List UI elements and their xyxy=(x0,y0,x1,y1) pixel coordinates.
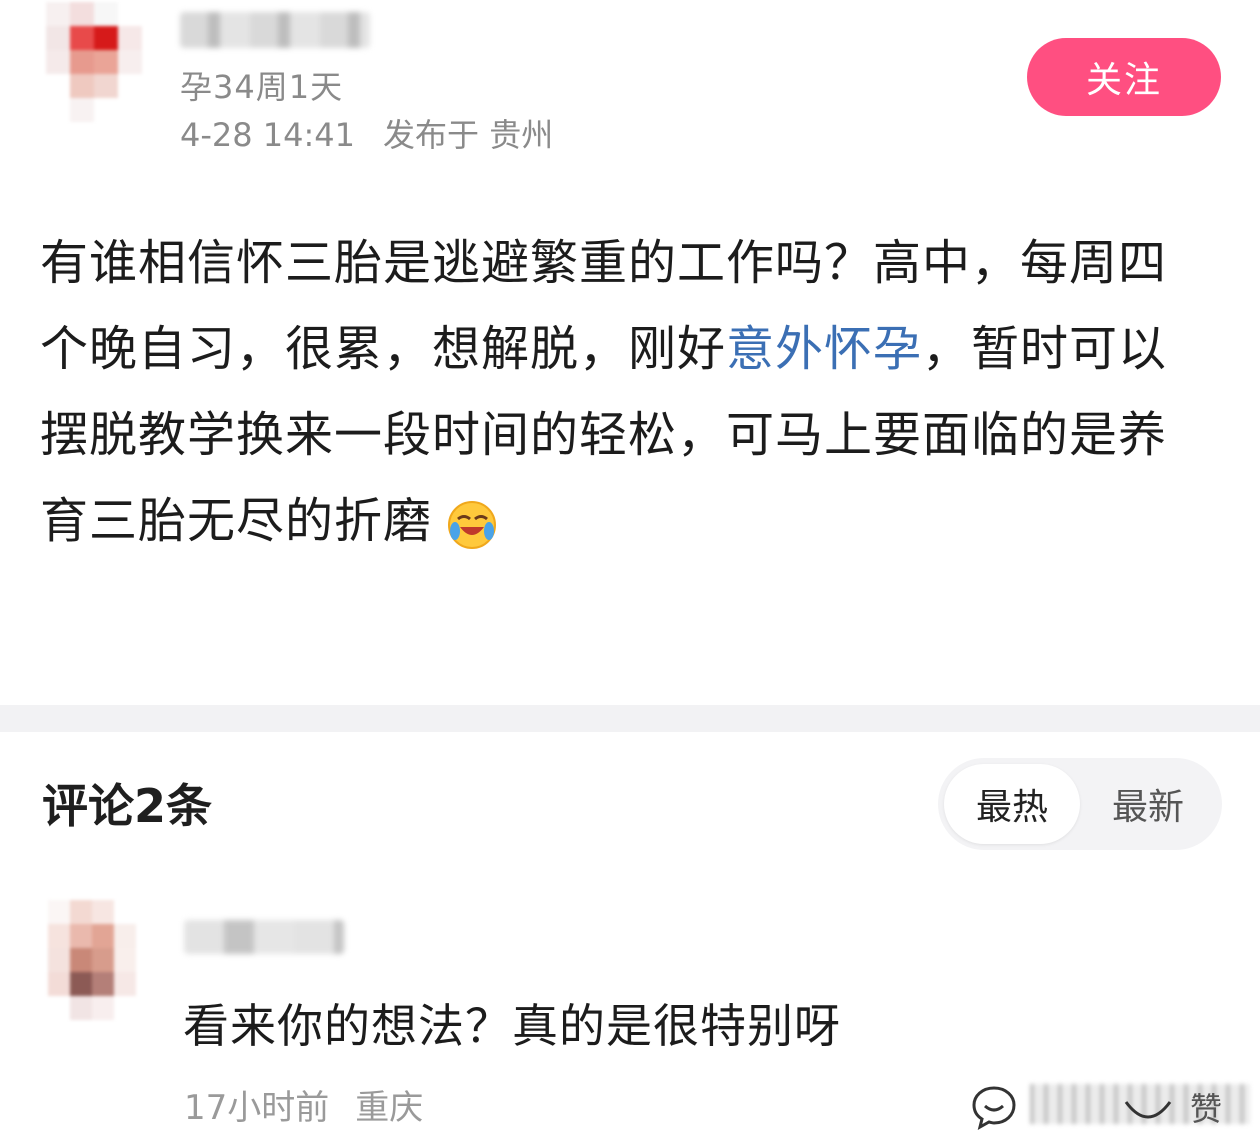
like-label: 赞 xyxy=(1190,1090,1223,1128)
post-body: 有谁相信怀三胎是逃避繁重的工作吗？高中，每周四个晚自习，很累，想解脱，刚好意外怀… xyxy=(40,220,1190,564)
comment-text: 看来你的想法？真的是很特别呀 xyxy=(183,999,841,1053)
follow-button[interactable]: 关注 xyxy=(1027,38,1221,116)
author-name-redacted[interactable] xyxy=(180,12,370,48)
reply-icon[interactable] xyxy=(970,1084,1018,1130)
post-meta: 4-28 14:41 发布于 贵州 xyxy=(180,110,581,156)
comment-sort-switch: 最热 最新 xyxy=(938,758,1222,850)
comments-title: 评论2条 xyxy=(42,779,213,833)
section-divider xyxy=(0,705,1260,732)
commenter-avatar[interactable] xyxy=(48,900,136,1020)
post-header: 孕34周1天 4-28 14:41 发布于 贵州 关注 xyxy=(0,0,1260,190)
post-location: 发布于 贵州 xyxy=(383,116,554,154)
pregnancy-week: 孕34周1天 xyxy=(180,68,344,106)
comment-time: 17小时前 xyxy=(184,1088,330,1128)
comment-meta: 17小时前 重庆 xyxy=(184,1080,449,1129)
like-icon[interactable] xyxy=(1118,1086,1178,1130)
post-date: 4-28 14:41 xyxy=(180,116,356,154)
topic-link[interactable]: 意外怀孕 xyxy=(726,321,922,377)
sort-newest-tab[interactable]: 最新 xyxy=(1080,764,1216,844)
author-avatar[interactable] xyxy=(46,2,142,122)
comment-location: 重庆 xyxy=(355,1088,424,1128)
sort-hottest-tab[interactable]: 最热 xyxy=(944,764,1080,844)
crying-laughing-emoji-icon xyxy=(446,492,498,549)
commenter-name-redacted[interactable] xyxy=(184,920,344,954)
